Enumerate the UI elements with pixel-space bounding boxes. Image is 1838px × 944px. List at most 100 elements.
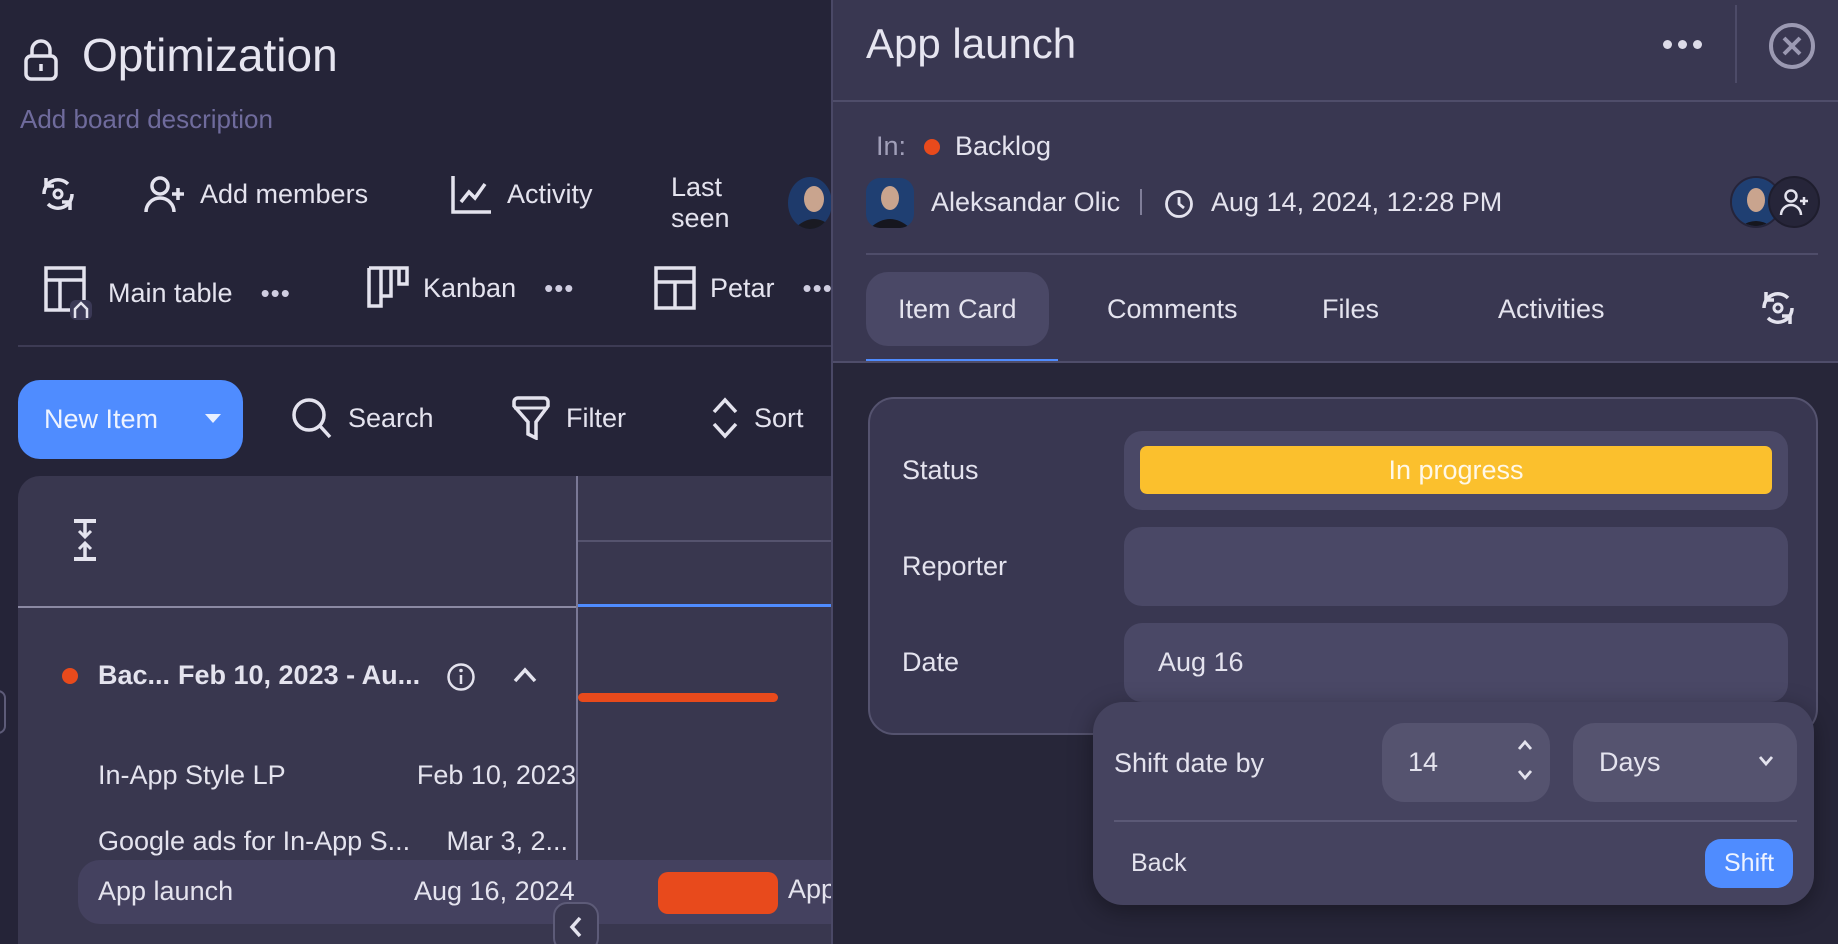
timeline-bar-label: App launch bbox=[788, 874, 832, 904]
tab-activities[interactable]: Activities bbox=[1466, 272, 1637, 346]
shift-amount-value[interactable]: 14 bbox=[1408, 747, 1438, 778]
view-more-button[interactable]: ••• bbox=[803, 273, 833, 304]
divider bbox=[1140, 189, 1142, 215]
list-item[interactable]: In-App Style LP Feb 10, 2023 bbox=[78, 744, 576, 808]
view-more-button[interactable]: ••• bbox=[261, 278, 291, 309]
board-title: Optimization bbox=[82, 29, 338, 81]
search-icon bbox=[290, 396, 334, 440]
filter-button[interactable]: Filter bbox=[510, 396, 626, 440]
last-seen-button[interactable]: Last seen bbox=[671, 172, 832, 234]
kanban-icon bbox=[367, 266, 409, 310]
add-member-button[interactable] bbox=[1768, 176, 1820, 228]
back-button[interactable]: Back bbox=[1123, 845, 1195, 882]
group-timeline-bar[interactable] bbox=[578, 693, 778, 702]
group-color-dot bbox=[924, 139, 940, 155]
shift-unit-value: Days bbox=[1599, 747, 1661, 777]
info-icon[interactable] bbox=[446, 662, 476, 692]
collapse-rows-icon[interactable] bbox=[70, 518, 100, 562]
today-line bbox=[578, 604, 832, 607]
in-label: In: bbox=[876, 131, 907, 161]
author-avatar bbox=[866, 178, 914, 228]
new-item-button[interactable]: New Item bbox=[18, 380, 243, 459]
status-field[interactable]: In progress bbox=[1124, 431, 1788, 510]
new-item-label: New Item bbox=[44, 404, 159, 434]
status-badge[interactable]: In progress bbox=[1140, 446, 1772, 494]
lock-icon bbox=[22, 38, 60, 82]
item-date: Mar 3, 2... bbox=[446, 826, 568, 856]
view-more-button[interactable]: ••• bbox=[544, 273, 574, 304]
sidebar-handle[interactable] bbox=[0, 690, 6, 734]
divider bbox=[833, 100, 1838, 102]
view-tab-main-table[interactable]: Main table ••• bbox=[44, 266, 291, 320]
board-description-input[interactable]: Add board description bbox=[20, 104, 273, 135]
author-name: Aleksandar Olic bbox=[931, 187, 1121, 217]
sort-label: Sort bbox=[754, 402, 804, 433]
view-tab-kanban[interactable]: Kanban ••• bbox=[367, 266, 574, 310]
chevron-down-icon bbox=[1757, 755, 1775, 767]
last-seen-label: Last seen bbox=[671, 172, 730, 233]
board: Optimization Add board description Add m… bbox=[0, 0, 832, 944]
created-timestamp: Aug 14, 2024, 12:28 PM bbox=[1211, 187, 1503, 217]
sort-icon bbox=[710, 396, 740, 440]
collapse-sidebar-button[interactable] bbox=[553, 902, 599, 944]
search-label: Search bbox=[348, 402, 434, 433]
chevron-down-icon[interactable] bbox=[1516, 769, 1534, 781]
group-link[interactable]: Backlog bbox=[955, 131, 1051, 162]
shift-amount-stepper[interactable]: 14 bbox=[1382, 723, 1550, 802]
header-divider bbox=[18, 606, 576, 608]
add-members-button[interactable]: Add members bbox=[142, 172, 368, 216]
reporter-label: Reporter bbox=[902, 551, 1008, 581]
view-tab-label: Petar bbox=[710, 272, 775, 303]
chart-line-icon bbox=[449, 172, 493, 216]
search-button[interactable]: Search bbox=[290, 396, 434, 440]
chevron-left-icon bbox=[568, 915, 584, 939]
sync-icon[interactable] bbox=[1756, 286, 1800, 330]
more-options-button[interactable] bbox=[1655, 20, 1709, 68]
status-label: Status bbox=[902, 455, 979, 485]
view-tab-petar[interactable]: Petar ••• bbox=[654, 266, 833, 310]
sync-icon bbox=[36, 172, 80, 216]
item-detail-panel: App launch In: Backlog Aleksandar Olic A… bbox=[831, 0, 1838, 944]
view-tab-label: Main table bbox=[108, 277, 233, 308]
shift-unit-select[interactable]: Days bbox=[1573, 723, 1797, 802]
close-icon bbox=[1768, 22, 1816, 70]
dot bbox=[1677, 39, 1687, 49]
caret-down-icon[interactable] bbox=[205, 414, 221, 423]
view-tab-label: Kanban bbox=[423, 272, 517, 303]
tab-item-card[interactable]: Item Card bbox=[866, 272, 1049, 346]
date-label: Date bbox=[902, 647, 960, 677]
sync-button[interactable] bbox=[36, 172, 80, 216]
divider bbox=[18, 345, 832, 347]
filter-label: Filter bbox=[566, 402, 626, 433]
chevron-up-icon[interactable] bbox=[1516, 739, 1534, 751]
tab-files[interactable]: Files bbox=[1290, 272, 1411, 346]
shift-date-popover: Shift date by 14 Days Back Shift bbox=[1093, 702, 1814, 905]
divider bbox=[1735, 5, 1737, 83]
shift-button[interactable]: Shift bbox=[1705, 839, 1793, 888]
close-button[interactable] bbox=[1768, 22, 1816, 70]
tab-comments[interactable]: Comments bbox=[1075, 272, 1270, 346]
group-date-range: Feb 10, 2023 - Au... bbox=[178, 660, 421, 690]
item-timeline-bar[interactable] bbox=[658, 872, 778, 914]
item-date: Aug 16, 2024 bbox=[414, 876, 575, 906]
timeline-divider bbox=[578, 540, 832, 542]
chevron-up-icon[interactable] bbox=[512, 666, 538, 684]
fields-card: Status In progress Reporter Date Aug 16 bbox=[868, 397, 1818, 735]
clock-icon bbox=[1164, 189, 1194, 219]
divider bbox=[866, 253, 1818, 255]
date-value: Aug 16 bbox=[1158, 647, 1244, 677]
sort-button[interactable]: Sort bbox=[710, 396, 804, 440]
shift-date-label: Shift date by bbox=[1114, 748, 1265, 778]
date-field[interactable]: Aug 16 bbox=[1124, 623, 1788, 702]
table-home-icon bbox=[44, 266, 94, 320]
divider bbox=[1114, 820, 1797, 822]
item-title[interactable]: App launch bbox=[866, 20, 1076, 68]
activity-label: Activity bbox=[507, 178, 593, 209]
dot bbox=[1692, 39, 1702, 49]
add-members-label: Add members bbox=[200, 178, 369, 209]
activity-button[interactable]: Activity bbox=[449, 172, 593, 216]
reporter-field[interactable] bbox=[1124, 527, 1788, 606]
group-name[interactable]: Bac... bbox=[98, 660, 170, 691]
item-name: App launch bbox=[98, 876, 234, 906]
table-icon bbox=[654, 266, 696, 310]
